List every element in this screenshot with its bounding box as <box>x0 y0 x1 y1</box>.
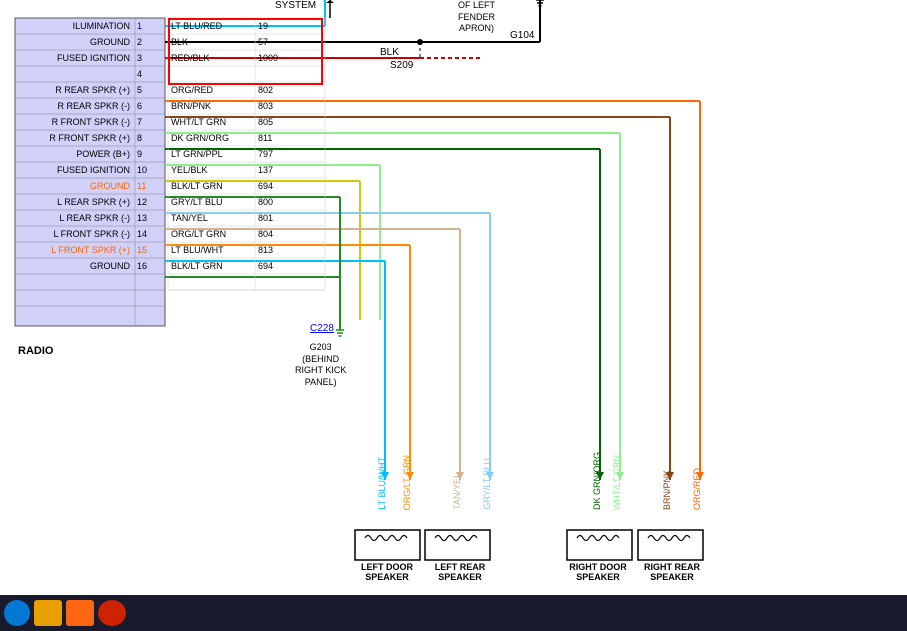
file-manager-button[interactable] <box>34 600 62 626</box>
dkgrnorg-label: DK GRN/ORG <box>592 440 602 510</box>
left-rear-speaker-label: LEFT REARSPEAKER <box>420 562 500 582</box>
tanyel-label: TAN/YEL <box>452 440 462 510</box>
app-button[interactable] <box>98 600 126 626</box>
browser-button[interactable] <box>66 600 94 626</box>
left-door-speaker-label: LEFT DOORSPEAKER <box>347 562 427 582</box>
taskbar <box>0 595 907 631</box>
wire-colors: LT BLU/RED BLK RED/BLK ORG/RED BRN/PNK W… <box>168 18 255 274</box>
orgltgrn-label: ORG/LT GRN <box>402 440 412 510</box>
diagram-area: SYSTEM OF LEFTFENDERAPRON) G104 BLK S209… <box>0 0 907 595</box>
right-door-speaker-label: RIGHT DOORSPEAKER <box>558 562 638 582</box>
wire-numbers: 19 57 1000 802 803 805 811 797 137 694 8… <box>255 18 325 274</box>
start-button[interactable] <box>4 600 30 626</box>
gryltblu-label: GRY/LT BLU <box>482 440 492 510</box>
orgred-label: ORG/RED <box>692 440 702 510</box>
ltbluwht-label: LT BLU/WHT <box>377 440 387 510</box>
pin-numbers: 1 2 3 4 5 6 7 8 9 10 11 12 13 14 15 16 <box>135 18 168 274</box>
whtltgrn-label: WHT/LT GRN <box>612 440 622 510</box>
brnpnk-label: BRN/PNK <box>662 440 672 510</box>
right-rear-speaker-label: RIGHT REARSPEAKER <box>632 562 712 582</box>
